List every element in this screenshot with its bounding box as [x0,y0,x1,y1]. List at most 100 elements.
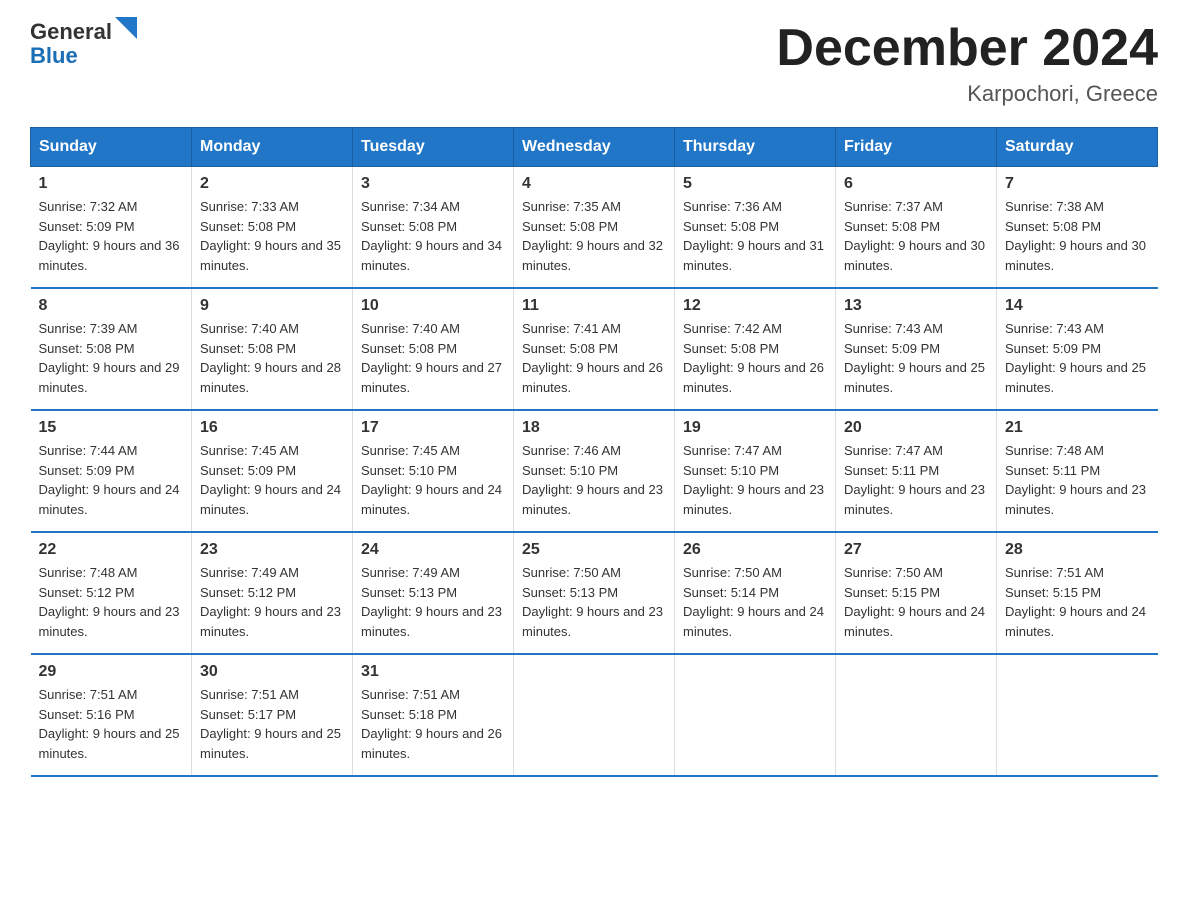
day-number: 18 [522,419,666,437]
day-number: 31 [361,663,505,681]
calendar-cell: 26 Sunrise: 7:50 AMSunset: 5:14 PMDaylig… [675,532,836,654]
day-number: 2 [200,175,344,193]
logo-text-general: General [30,20,112,44]
calendar-cell: 4 Sunrise: 7:35 AMSunset: 5:08 PMDayligh… [514,167,675,289]
header-tuesday: Tuesday [353,128,514,167]
header-friday: Friday [836,128,997,167]
day-info: Sunrise: 7:36 AMSunset: 5:08 PMDaylight:… [683,197,827,275]
calendar-cell: 24 Sunrise: 7:49 AMSunset: 5:13 PMDaylig… [353,532,514,654]
week-row-1: 1 Sunrise: 7:32 AMSunset: 5:09 PMDayligh… [31,167,1158,289]
day-number: 25 [522,541,666,559]
day-info: Sunrise: 7:38 AMSunset: 5:08 PMDaylight:… [1005,197,1150,275]
header-wednesday: Wednesday [514,128,675,167]
day-info: Sunrise: 7:51 AMSunset: 5:18 PMDaylight:… [361,685,505,763]
day-number: 28 [1005,541,1150,559]
calendar-cell [675,654,836,776]
day-number: 3 [361,175,505,193]
day-number: 4 [522,175,666,193]
calendar-cell: 7 Sunrise: 7:38 AMSunset: 5:08 PMDayligh… [997,167,1158,289]
calendar-cell: 23 Sunrise: 7:49 AMSunset: 5:12 PMDaylig… [192,532,353,654]
calendar-cell: 6 Sunrise: 7:37 AMSunset: 5:08 PMDayligh… [836,167,997,289]
day-info: Sunrise: 7:47 AMSunset: 5:11 PMDaylight:… [844,441,988,519]
day-info: Sunrise: 7:40 AMSunset: 5:08 PMDaylight:… [200,319,344,397]
calendar-cell [836,654,997,776]
calendar-cell: 9 Sunrise: 7:40 AMSunset: 5:08 PMDayligh… [192,288,353,410]
calendar-cell: 3 Sunrise: 7:34 AMSunset: 5:08 PMDayligh… [353,167,514,289]
day-info: Sunrise: 7:50 AMSunset: 5:14 PMDaylight:… [683,563,827,641]
calendar-cell: 5 Sunrise: 7:36 AMSunset: 5:08 PMDayligh… [675,167,836,289]
logo-triangle-icon [115,17,137,39]
calendar-cell: 21 Sunrise: 7:48 AMSunset: 5:11 PMDaylig… [997,410,1158,532]
day-number: 22 [39,541,184,559]
header-sunday: Sunday [31,128,192,167]
location-text: Karpochori, Greece [776,81,1158,107]
day-info: Sunrise: 7:45 AMSunset: 5:10 PMDaylight:… [361,441,505,519]
day-number: 11 [522,297,666,315]
day-info: Sunrise: 7:50 AMSunset: 5:13 PMDaylight:… [522,563,666,641]
day-info: Sunrise: 7:51 AMSunset: 5:15 PMDaylight:… [1005,563,1150,641]
day-info: Sunrise: 7:39 AMSunset: 5:08 PMDaylight:… [39,319,184,397]
week-row-2: 8 Sunrise: 7:39 AMSunset: 5:08 PMDayligh… [31,288,1158,410]
calendar-cell: 28 Sunrise: 7:51 AMSunset: 5:15 PMDaylig… [997,532,1158,654]
month-title: December 2024 [776,20,1158,77]
day-number: 30 [200,663,344,681]
week-row-5: 29 Sunrise: 7:51 AMSunset: 5:16 PMDaylig… [31,654,1158,776]
title-section: December 2024 Karpochori, Greece [776,20,1158,107]
calendar-cell: 22 Sunrise: 7:48 AMSunset: 5:12 PMDaylig… [31,532,192,654]
calendar-table: SundayMondayTuesdayWednesdayThursdayFrid… [30,127,1158,777]
calendar-cell [997,654,1158,776]
day-number: 12 [683,297,827,315]
day-number: 6 [844,175,988,193]
day-info: Sunrise: 7:32 AMSunset: 5:09 PMDaylight:… [39,197,184,275]
day-number: 9 [200,297,344,315]
day-number: 24 [361,541,505,559]
day-info: Sunrise: 7:49 AMSunset: 5:12 PMDaylight:… [200,563,344,641]
week-row-3: 15 Sunrise: 7:44 AMSunset: 5:09 PMDaylig… [31,410,1158,532]
calendar-cell: 14 Sunrise: 7:43 AMSunset: 5:09 PMDaylig… [997,288,1158,410]
day-number: 17 [361,419,505,437]
calendar-cell: 12 Sunrise: 7:42 AMSunset: 5:08 PMDaylig… [675,288,836,410]
day-number: 8 [39,297,184,315]
day-info: Sunrise: 7:44 AMSunset: 5:09 PMDaylight:… [39,441,184,519]
day-number: 19 [683,419,827,437]
day-number: 27 [844,541,988,559]
day-info: Sunrise: 7:37 AMSunset: 5:08 PMDaylight:… [844,197,988,275]
week-row-4: 22 Sunrise: 7:48 AMSunset: 5:12 PMDaylig… [31,532,1158,654]
day-info: Sunrise: 7:40 AMSunset: 5:08 PMDaylight:… [361,319,505,397]
day-number: 1 [39,175,184,193]
calendar-cell: 29 Sunrise: 7:51 AMSunset: 5:16 PMDaylig… [31,654,192,776]
calendar-header-row: SundayMondayTuesdayWednesdayThursdayFrid… [31,128,1158,167]
calendar-cell: 1 Sunrise: 7:32 AMSunset: 5:09 PMDayligh… [31,167,192,289]
day-info: Sunrise: 7:43 AMSunset: 5:09 PMDaylight:… [1005,319,1150,397]
day-info: Sunrise: 7:49 AMSunset: 5:13 PMDaylight:… [361,563,505,641]
calendar-cell: 16 Sunrise: 7:45 AMSunset: 5:09 PMDaylig… [192,410,353,532]
header-saturday: Saturday [997,128,1158,167]
calendar-cell: 8 Sunrise: 7:39 AMSunset: 5:08 PMDayligh… [31,288,192,410]
day-info: Sunrise: 7:33 AMSunset: 5:08 PMDaylight:… [200,197,344,275]
header-monday: Monday [192,128,353,167]
calendar-cell: 25 Sunrise: 7:50 AMSunset: 5:13 PMDaylig… [514,532,675,654]
calendar-cell: 27 Sunrise: 7:50 AMSunset: 5:15 PMDaylig… [836,532,997,654]
day-info: Sunrise: 7:48 AMSunset: 5:12 PMDaylight:… [39,563,184,641]
day-info: Sunrise: 7:46 AMSunset: 5:10 PMDaylight:… [522,441,666,519]
day-number: 16 [200,419,344,437]
day-number: 14 [1005,297,1150,315]
day-number: 21 [1005,419,1150,437]
header-thursday: Thursday [675,128,836,167]
calendar-cell: 11 Sunrise: 7:41 AMSunset: 5:08 PMDaylig… [514,288,675,410]
day-number: 26 [683,541,827,559]
day-number: 23 [200,541,344,559]
calendar-cell: 2 Sunrise: 7:33 AMSunset: 5:08 PMDayligh… [192,167,353,289]
calendar-cell: 17 Sunrise: 7:45 AMSunset: 5:10 PMDaylig… [353,410,514,532]
day-number: 5 [683,175,827,193]
day-info: Sunrise: 7:51 AMSunset: 5:16 PMDaylight:… [39,685,184,763]
day-info: Sunrise: 7:48 AMSunset: 5:11 PMDaylight:… [1005,441,1150,519]
day-info: Sunrise: 7:35 AMSunset: 5:08 PMDaylight:… [522,197,666,275]
calendar-cell: 18 Sunrise: 7:46 AMSunset: 5:10 PMDaylig… [514,410,675,532]
calendar-cell: 15 Sunrise: 7:44 AMSunset: 5:09 PMDaylig… [31,410,192,532]
day-number: 20 [844,419,988,437]
calendar-cell: 13 Sunrise: 7:43 AMSunset: 5:09 PMDaylig… [836,288,997,410]
calendar-cell: 19 Sunrise: 7:47 AMSunset: 5:10 PMDaylig… [675,410,836,532]
day-info: Sunrise: 7:42 AMSunset: 5:08 PMDaylight:… [683,319,827,397]
page-header: General Blue December 2024 Karpochori, G… [30,20,1158,107]
